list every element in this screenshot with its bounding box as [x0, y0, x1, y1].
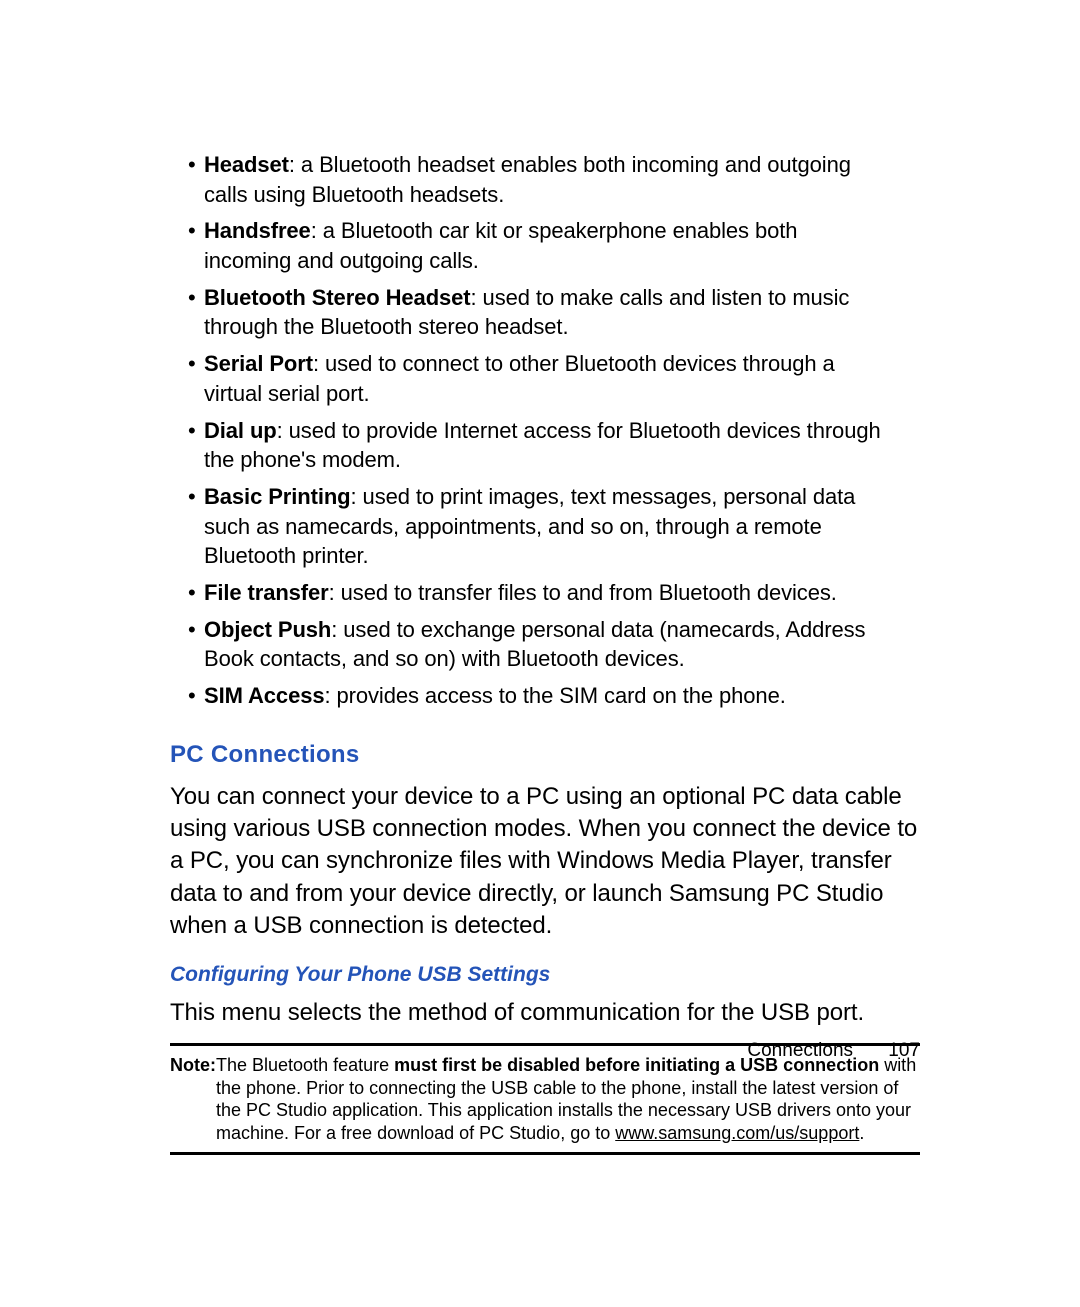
bluetooth-profiles-list: Headset: a Bluetooth headset enables bot… [170, 150, 920, 711]
list-text: : used to transfer files to and from Blu… [329, 580, 837, 605]
list-item: Bluetooth Stereo Headset: used to make c… [188, 283, 890, 342]
list-item: Serial Port: used to connect to other Bl… [188, 349, 890, 408]
document-page: Headset: a Bluetooth headset enables bot… [0, 0, 1080, 1307]
list-item: Dial up: used to provide Internet access… [188, 416, 890, 475]
list-term: Bluetooth Stereo Headset [204, 285, 471, 310]
section-body-text: You can connect your device to a PC usin… [170, 781, 920, 943]
footer-page-number: 107 [888, 1040, 920, 1061]
list-term: Object Push [204, 617, 331, 642]
note-link[interactable]: www.samsung.com/us/support [615, 1123, 859, 1143]
note-body: The Bluetooth feature must first be disa… [216, 1054, 920, 1144]
list-term: Dial up [204, 418, 277, 443]
list-text: : used to provide Internet access for Bl… [204, 418, 881, 473]
list-item: File transfer: used to transfer files to… [188, 578, 890, 608]
note-label: Note: [170, 1054, 216, 1077]
list-item: Headset: a Bluetooth headset enables bot… [188, 150, 890, 209]
list-text: : provides access to the SIM card on the… [324, 683, 785, 708]
list-text: : a Bluetooth headset enables both incom… [204, 152, 851, 207]
list-item: Basic Printing: used to print images, te… [188, 482, 890, 571]
subsection-heading-usb-settings: Configuring Your Phone USB Settings [170, 963, 920, 987]
list-item: Handsfree: a Bluetooth car kit or speake… [188, 216, 890, 275]
footer-chapter: Connections [747, 1040, 853, 1061]
list-term: Headset [204, 152, 289, 177]
list-term: SIM Access [204, 683, 324, 708]
list-term: Handsfree [204, 218, 311, 243]
list-item: SIM Access: provides access to the SIM c… [188, 681, 890, 711]
list-term: File transfer [204, 580, 329, 605]
list-term: Basic Printing [204, 484, 351, 509]
page-footer: Connections 107 [747, 1040, 920, 1062]
list-term: Serial Port [204, 351, 313, 376]
section-heading-pc-connections: PC Connections [170, 741, 920, 769]
note-text-pre: The Bluetooth feature [216, 1055, 394, 1075]
note-text-end: . [859, 1123, 864, 1143]
subsection-body-text: This menu selects the method of communic… [170, 997, 920, 1029]
list-item: Object Push: used to exchange personal d… [188, 615, 890, 674]
